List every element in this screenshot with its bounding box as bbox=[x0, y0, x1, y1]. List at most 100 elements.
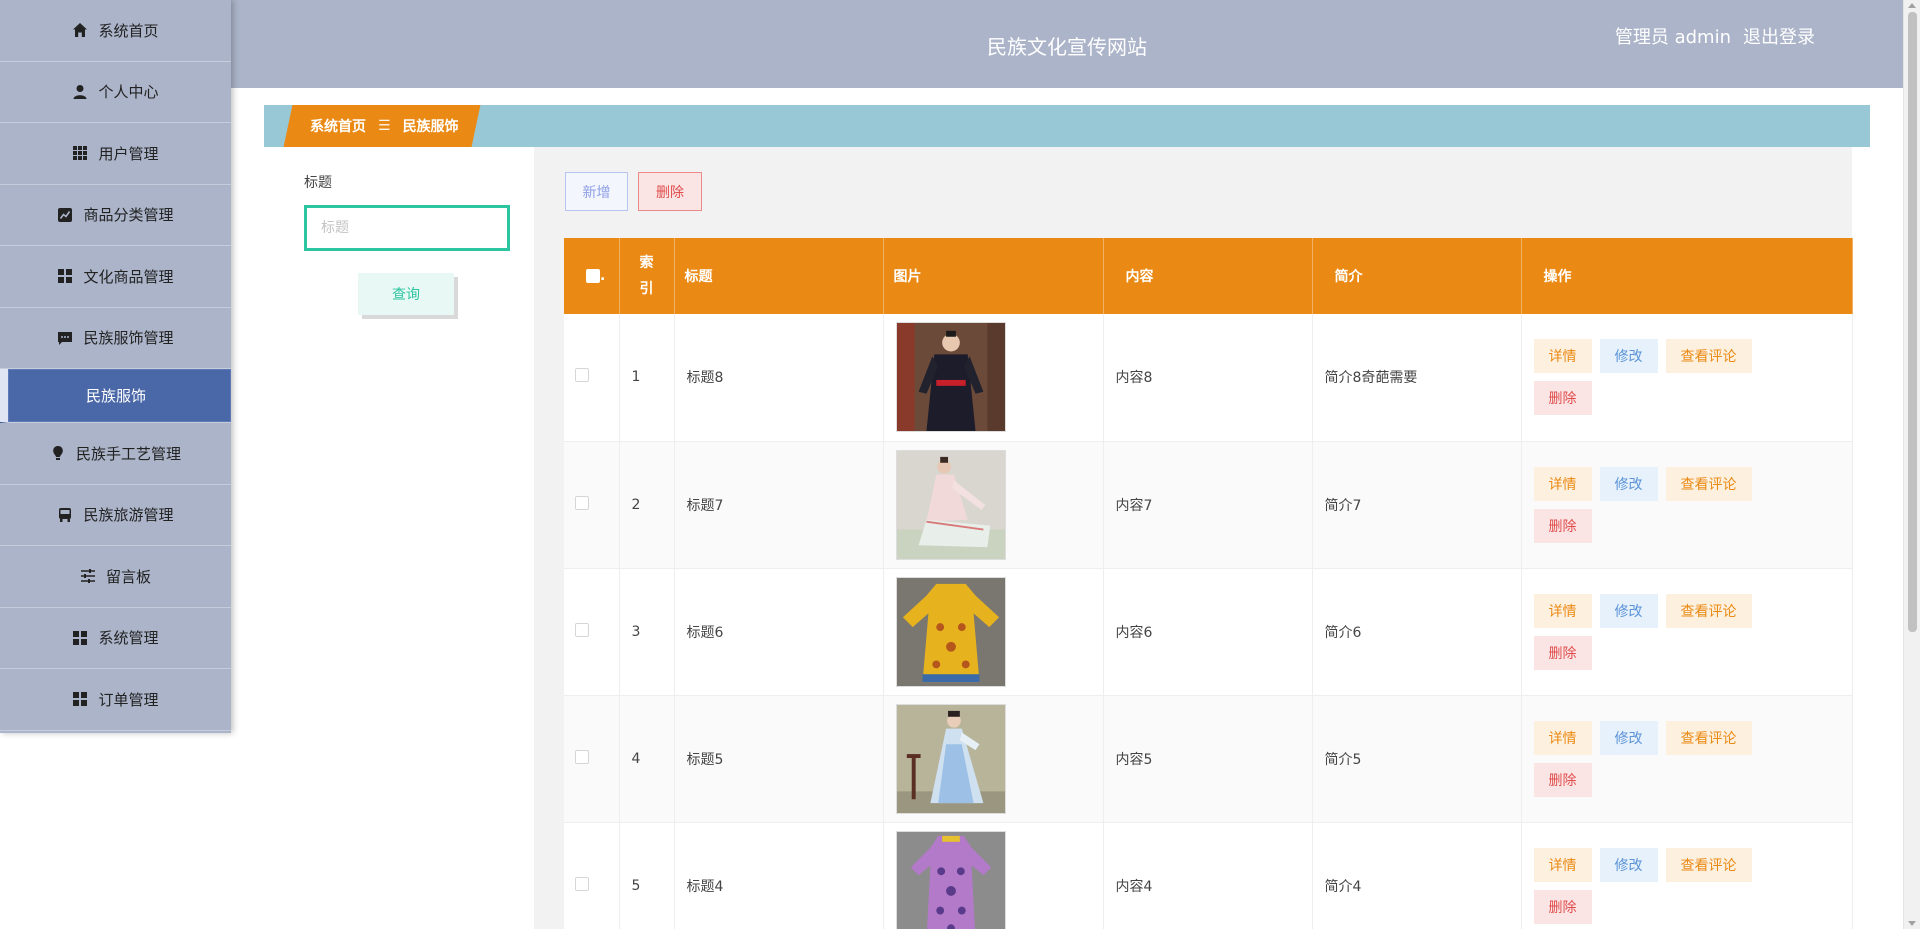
edit-button[interactable]: 修改 bbox=[1599, 466, 1658, 501]
table-row: 3 标题6 内容6 简介6 详情 修改 查看评论 删除 bbox=[564, 568, 1853, 696]
row-actions: 详情 修改 查看评论 删除 bbox=[1533, 847, 1784, 924]
actions-header: 操作 bbox=[1521, 238, 1853, 314]
message-icon bbox=[57, 330, 73, 346]
intro-header: 简介 bbox=[1312, 238, 1522, 314]
edit-button[interactable]: 修改 bbox=[1599, 720, 1658, 755]
detail-button[interactable]: 详情 bbox=[1533, 339, 1592, 374]
breadcrumb-current: 民族服饰 bbox=[402, 119, 459, 135]
row-title: 标题5 bbox=[674, 695, 884, 823]
row-title: 标题4 bbox=[674, 822, 884, 929]
scroll-down-icon[interactable] bbox=[1908, 921, 1916, 926]
sidebar-item-personal-center[interactable]: 个人中心 bbox=[0, 62, 231, 123]
search-label: 标题 bbox=[304, 175, 332, 191]
select-all-header[interactable]: . bbox=[564, 238, 620, 314]
batch-delete-button[interactable]: 删除 bbox=[638, 172, 702, 211]
delete-button[interactable]: 删除 bbox=[1533, 381, 1592, 416]
sidebar: 系统首页 个人中心 用户管理 商品分类管理 文化商品管理 民族服饰管理 民族服饰… bbox=[0, 0, 231, 733]
sidebar-item-order-management[interactable]: 订单管理 bbox=[0, 669, 231, 731]
sidebar-item-label: 用户管理 bbox=[98, 144, 159, 163]
edit-button[interactable]: 修改 bbox=[1599, 593, 1658, 628]
row-intro: 简介4 bbox=[1312, 822, 1522, 929]
sidebar-item-label: 民族旅游管理 bbox=[83, 506, 174, 525]
sidebar-item-culture-goods[interactable]: 文化商品管理 bbox=[0, 246, 231, 308]
breadcrumb-home[interactable]: 系统首页 bbox=[310, 116, 366, 136]
title-header: 标题 bbox=[674, 238, 884, 314]
sidebar-item-category-management[interactable]: 商品分类管理 bbox=[0, 185, 231, 246]
detail-button[interactable]: 详情 bbox=[1533, 466, 1592, 501]
sidebar-item-label: 民族服饰 bbox=[86, 387, 147, 405]
sidebar-item-tourism-management[interactable]: 民族旅游管理 bbox=[0, 485, 231, 546]
add-button[interactable]: 新增 bbox=[565, 172, 628, 211]
delete-button[interactable]: 删除 bbox=[1533, 762, 1592, 797]
row-checkbox[interactable] bbox=[575, 368, 589, 383]
index-header: 索引 bbox=[619, 238, 675, 314]
sidebar-item-label: 文化商品管理 bbox=[83, 267, 174, 286]
delete-button[interactable]: 删除 bbox=[1533, 635, 1592, 670]
app-root: 系统首页 个人中心 用户管理 商品分类管理 文化商品管理 民族服饰管理 民族服饰… bbox=[0, 0, 1920, 929]
row-content: 内容5 bbox=[1103, 695, 1313, 823]
title-search-input[interactable] bbox=[304, 205, 510, 251]
sidebar-item-system-management[interactable]: 系统管理 bbox=[0, 608, 231, 669]
sidebar-item-label: 系统管理 bbox=[98, 629, 159, 648]
search-panel: 标题 查询 bbox=[264, 147, 534, 929]
sidebar-item-costume-active[interactable]: 民族服饰 bbox=[0, 369, 231, 423]
row-intro: 简介8奇葩需要 bbox=[1312, 314, 1522, 442]
view-comments-button[interactable]: 查看评论 bbox=[1665, 847, 1752, 882]
sidebar-item-label: 订单管理 bbox=[98, 690, 159, 709]
row-content: 内容8 bbox=[1103, 314, 1313, 442]
sidebar-item-message-board[interactable]: 留言板 bbox=[0, 546, 231, 608]
costume-table: . 索引 标题 图片 内容 简介 操作 1 标题8 内容8 简介8奇葩需要 详情… bbox=[564, 238, 1853, 929]
top-header: 民族文化宣传网站 管理员 admin 退出登录 bbox=[231, 0, 1903, 88]
edit-button[interactable]: 修改 bbox=[1599, 847, 1658, 882]
row-content: 内容7 bbox=[1103, 441, 1313, 569]
view-comments-button[interactable]: 查看评论 bbox=[1665, 593, 1752, 628]
view-comments-button[interactable]: 查看评论 bbox=[1665, 339, 1752, 374]
row-actions: 详情 修改 查看评论 删除 bbox=[1533, 466, 1784, 543]
row-content: 内容4 bbox=[1103, 822, 1313, 929]
bulb-icon bbox=[50, 445, 66, 461]
home-icon bbox=[72, 22, 88, 38]
row-index: 2 bbox=[619, 441, 675, 569]
scrollbar-thumb[interactable] bbox=[1908, 12, 1917, 632]
table-row: 2 标题7 内容7 简介7 详情 修改 查看评论 删除 bbox=[564, 441, 1853, 569]
row-checkbox[interactable] bbox=[575, 622, 589, 637]
delete-button[interactable]: 删除 bbox=[1533, 508, 1592, 543]
breadcrumb-bar bbox=[264, 105, 1870, 147]
view-comments-button[interactable]: 查看评论 bbox=[1665, 466, 1752, 501]
row-checkbox[interactable] bbox=[575, 495, 589, 510]
select-all-checkbox[interactable] bbox=[586, 269, 600, 283]
sidebar-item-costume-management[interactable]: 民族服饰管理 bbox=[0, 308, 231, 369]
row-intro: 简介6 bbox=[1312, 568, 1522, 696]
grid-icon bbox=[72, 145, 88, 161]
delete-button[interactable]: 删除 bbox=[1533, 889, 1592, 924]
detail-button[interactable]: 详情 bbox=[1533, 720, 1592, 755]
logout-link[interactable]: 退出登录 bbox=[1743, 23, 1815, 49]
scroll-up-icon[interactable] bbox=[1908, 3, 1916, 8]
image-header: 图片 bbox=[883, 238, 1104, 314]
vertical-scrollbar[interactable] bbox=[1903, 0, 1920, 929]
menu-separator-icon: ☰ bbox=[378, 118, 391, 134]
row-checkbox[interactable] bbox=[575, 876, 589, 891]
sidebar-item-handicraft-management[interactable]: 民族手工艺管理 bbox=[0, 423, 231, 485]
detail-button[interactable]: 详情 bbox=[1533, 593, 1592, 628]
query-button[interactable]: 查询 bbox=[358, 273, 454, 315]
sidebar-item-label: 个人中心 bbox=[98, 83, 159, 102]
table-row: 1 标题8 内容8 简介8奇葩需要 详情 修改 查看评论 删除 bbox=[564, 314, 1853, 442]
row-actions: 详情 修改 查看评论 删除 bbox=[1533, 593, 1784, 670]
row-index: 1 bbox=[619, 314, 675, 442]
row-checkbox[interactable] bbox=[575, 749, 589, 764]
row-intro: 简介5 bbox=[1312, 695, 1522, 823]
costume-image bbox=[895, 322, 1006, 433]
sidebar-item-home[interactable]: 系统首页 bbox=[0, 0, 231, 62]
sidebar-item-user-management[interactable]: 用户管理 bbox=[0, 123, 231, 185]
view-comments-button[interactable]: 查看评论 bbox=[1665, 720, 1752, 755]
user-icon bbox=[72, 84, 88, 100]
sidebar-item-label: 民族服饰管理 bbox=[83, 329, 174, 348]
costume-image bbox=[895, 576, 1006, 687]
costume-image bbox=[895, 703, 1006, 814]
row-content: 内容6 bbox=[1103, 568, 1313, 696]
row-title: 标题6 bbox=[674, 568, 884, 696]
content-header: 内容 bbox=[1103, 238, 1313, 314]
edit-button[interactable]: 修改 bbox=[1599, 339, 1658, 374]
detail-button[interactable]: 详情 bbox=[1533, 847, 1592, 882]
